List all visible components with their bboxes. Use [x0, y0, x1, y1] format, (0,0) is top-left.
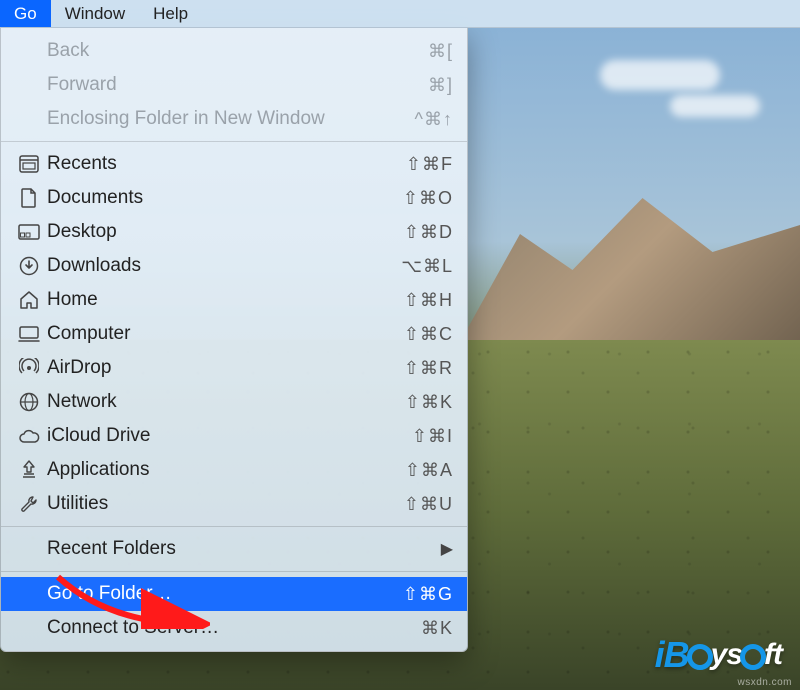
- menu-item-shortcut: ⇧⌘K: [405, 392, 453, 413]
- menu-item-shortcut: ⌘[: [428, 41, 453, 62]
- menu-item-forward[interactable]: Forward ⌘]: [1, 68, 467, 102]
- downloads-icon: [15, 256, 43, 276]
- menu-item-applications[interactable]: Applications ⇧⌘A: [1, 453, 467, 487]
- menu-item-label: iCloud Drive: [43, 425, 412, 447]
- menu-item-icloud[interactable]: iCloud Drive ⇧⌘I: [1, 419, 467, 453]
- menu-item-recent-folders[interactable]: Recent Folders ▶: [1, 532, 467, 566]
- documents-icon: [15, 188, 43, 208]
- menu-item-shortcut: ⇧⌘G: [403, 584, 453, 605]
- menu-item-desktop[interactable]: Desktop ⇧⌘D: [1, 215, 467, 249]
- menu-item-label: Home: [43, 289, 404, 311]
- menu-item-computer[interactable]: Computer ⇧⌘C: [1, 317, 467, 351]
- menu-item-shortcut: ⌘]: [428, 75, 453, 96]
- menu-item-label: AirDrop: [43, 357, 404, 379]
- home-icon: [15, 291, 43, 309]
- menu-item-shortcut: ⇧⌘A: [405, 460, 453, 481]
- menu-item-connect-to-server[interactable]: Connect to Server… ⌘K: [1, 611, 467, 645]
- menu-item-label: Forward: [43, 74, 428, 96]
- menu-item-label: Network: [43, 391, 405, 413]
- menu-item-label: Utilities: [43, 493, 404, 515]
- menu-item-label: Connect to Server…: [43, 617, 421, 639]
- menu-item-shortcut: ⇧⌘O: [403, 188, 453, 209]
- menu-item-label: Desktop: [43, 221, 404, 243]
- menu-item-shortcut: ⌥⌘L: [401, 256, 453, 277]
- airdrop-icon: [15, 358, 43, 378]
- menu-item-documents[interactable]: Documents ⇧⌘O: [1, 181, 467, 215]
- menu-item-shortcut: ⇧⌘D: [404, 222, 453, 243]
- desktop-icon: [15, 224, 43, 240]
- menu-item-recents[interactable]: Recents ⇧⌘F: [1, 147, 467, 181]
- go-dropdown: Back ⌘[ Forward ⌘] Enclosing Folder in N…: [0, 28, 468, 652]
- menu-item-label: Recent Folders: [43, 538, 435, 560]
- menu-item-shortcut: ^⌘↑: [415, 109, 453, 130]
- utilities-icon: [15, 494, 43, 514]
- menu-window[interactable]: Window: [51, 0, 139, 27]
- menu-item-utilities[interactable]: Utilities ⇧⌘U: [1, 487, 467, 521]
- menu-item-label: Enclosing Folder in New Window: [43, 108, 415, 130]
- menu-item-label: Computer: [43, 323, 404, 345]
- menu-item-airdrop[interactable]: AirDrop ⇧⌘R: [1, 351, 467, 385]
- menu-item-shortcut: ⇧⌘F: [406, 154, 453, 175]
- menu-item-label: Documents: [43, 187, 403, 209]
- menu-item-enclosing-folder[interactable]: Enclosing Folder in New Window ^⌘↑: [1, 102, 467, 136]
- submenu-arrow-icon: ▶: [435, 539, 453, 559]
- menubar: Go Window Help: [0, 0, 800, 28]
- menu-item-label: Recents: [43, 153, 406, 175]
- menu-item-label: Go to Folder…: [43, 583, 403, 605]
- menu-item-shortcut: ⇧⌘C: [404, 324, 453, 345]
- watermark: wsxdn.com: [737, 677, 792, 688]
- menu-item-label: Applications: [43, 459, 405, 481]
- menu-go[interactable]: Go: [0, 0, 51, 27]
- menu-item-shortcut: ⇧⌘H: [404, 290, 453, 311]
- menu-item-label: Back: [43, 40, 428, 62]
- menu-help[interactable]: Help: [139, 0, 202, 27]
- menu-separator: [1, 571, 467, 572]
- menu-separator: [1, 141, 467, 142]
- icloud-icon: [15, 428, 43, 444]
- menu-item-shortcut: ⇧⌘I: [412, 426, 453, 447]
- menu-item-network[interactable]: Network ⇧⌘K: [1, 385, 467, 419]
- menu-item-downloads[interactable]: Downloads ⌥⌘L: [1, 249, 467, 283]
- menu-item-shortcut: ⇧⌘U: [404, 494, 453, 515]
- menu-separator: [1, 526, 467, 527]
- menu-item-home[interactable]: Home ⇧⌘H: [1, 283, 467, 317]
- menu-item-label: Downloads: [43, 255, 401, 277]
- applications-icon: [15, 460, 43, 480]
- computer-icon: [15, 326, 43, 342]
- recents-icon: [15, 155, 43, 173]
- network-icon: [15, 392, 43, 412]
- menu-item-shortcut: ⌘K: [421, 618, 453, 639]
- menu-item-shortcut: ⇧⌘R: [404, 358, 453, 379]
- menu-item-go-to-folder[interactable]: Go to Folder… ⇧⌘G: [1, 577, 467, 611]
- brand-logo: iBysft: [655, 634, 782, 676]
- menu-item-back[interactable]: Back ⌘[: [1, 34, 467, 68]
